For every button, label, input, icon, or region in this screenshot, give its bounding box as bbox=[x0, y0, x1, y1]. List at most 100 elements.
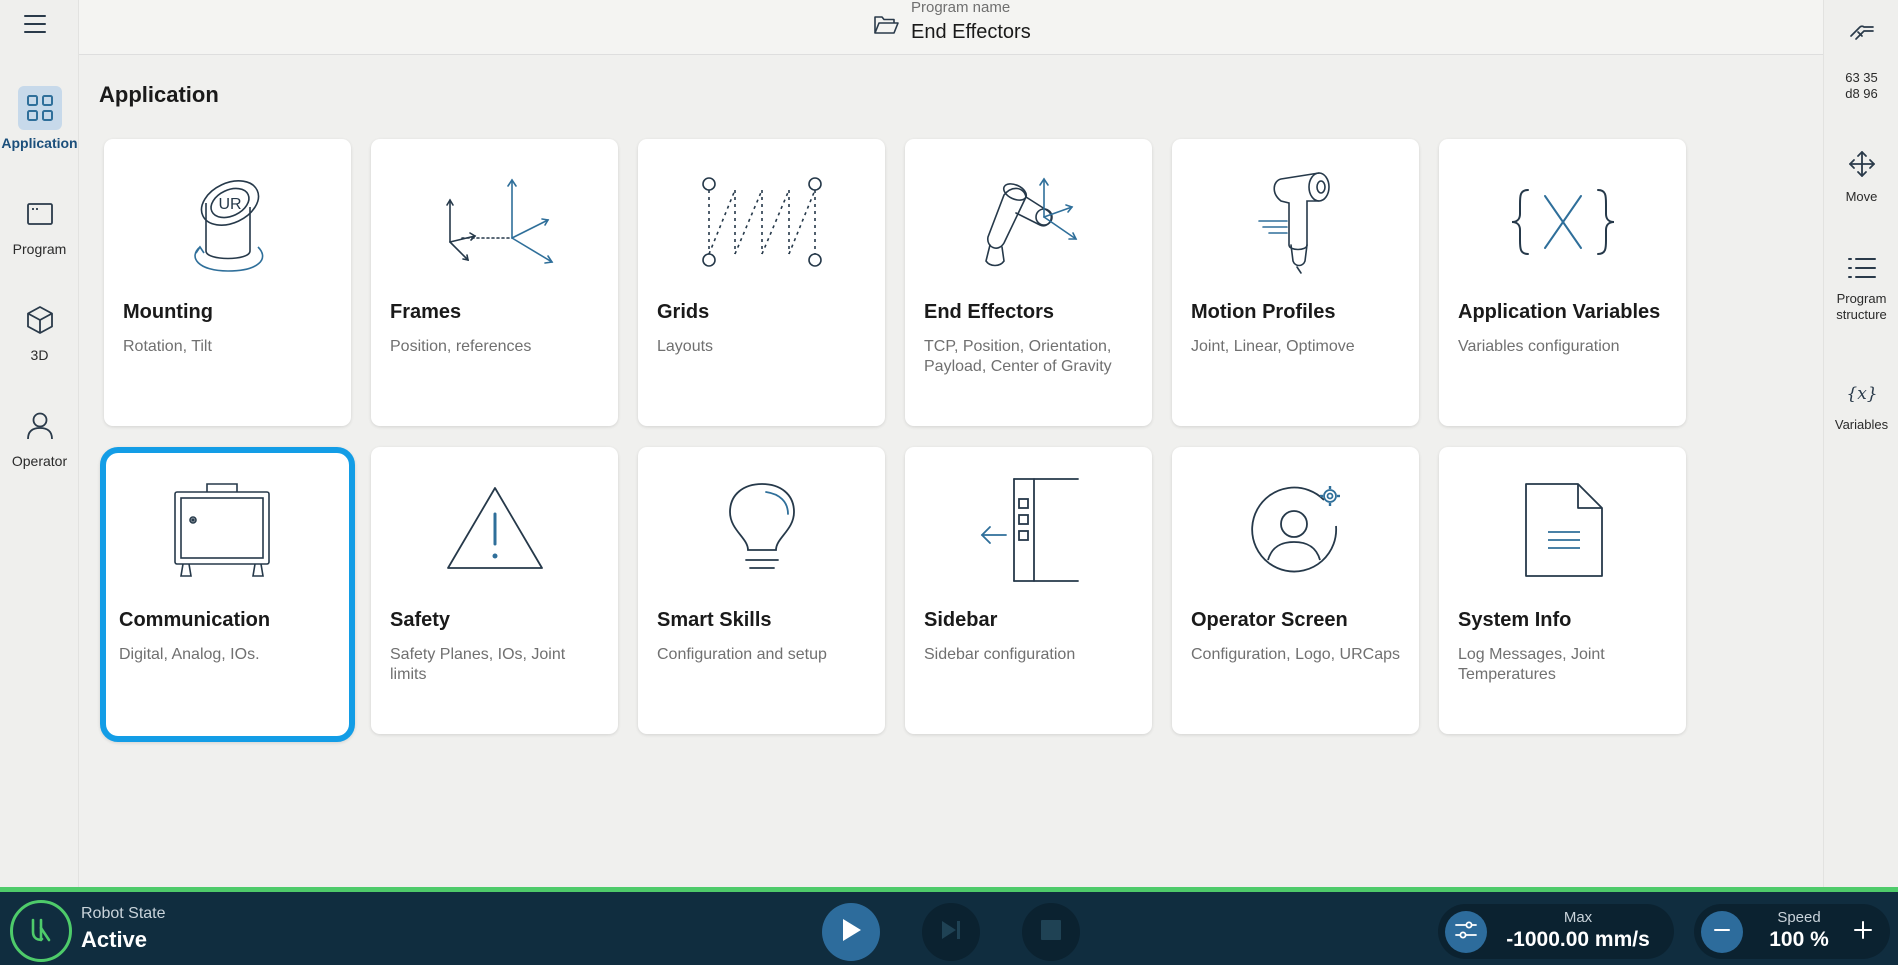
step-button[interactable] bbox=[922, 903, 980, 961]
card-title: Sidebar bbox=[924, 609, 998, 631]
control-box-icon bbox=[100, 465, 343, 595]
card-description: Digital, Analog, IOs. bbox=[119, 646, 260, 663]
nav-item-label: 3D bbox=[30, 347, 49, 363]
minus-icon bbox=[1712, 920, 1732, 945]
speed-increase-button[interactable] bbox=[1842, 911, 1884, 953]
card-system-info[interactable]: System Info Log Messages, Joint Temperat… bbox=[1439, 447, 1686, 734]
card-description: Joint, Linear, Optimove bbox=[1191, 338, 1355, 355]
max-value: -1000.00 mm/s bbox=[1506, 928, 1650, 951]
variables-button[interactable]: {x} Variables bbox=[1824, 382, 1898, 433]
card-title: Operator Screen bbox=[1191, 609, 1348, 631]
light-bulb-icon bbox=[638, 465, 885, 595]
card-title: Mounting bbox=[123, 301, 213, 323]
ip-address: 63 35 d8 96 bbox=[1824, 70, 1898, 102]
document-icon bbox=[1439, 465, 1686, 595]
speed-settings-button[interactable] bbox=[1445, 911, 1487, 953]
card-title: End Effectors bbox=[924, 301, 1055, 323]
folder-open-icon bbox=[873, 14, 901, 42]
program-name-selector[interactable]: Program name End Effectors bbox=[873, 0, 1031, 45]
play-icon bbox=[839, 917, 863, 948]
nav-item-program[interactable]: Program bbox=[0, 192, 79, 257]
card-description: Log Messages, Joint Temperatures bbox=[1458, 646, 1605, 683]
card-smart-skills[interactable]: Smart Skills Configuration and setup bbox=[638, 447, 885, 734]
nav-item-application[interactable]: Application bbox=[0, 86, 79, 151]
speed-decrease-button[interactable] bbox=[1701, 911, 1743, 953]
card-description: Position, references bbox=[390, 338, 532, 355]
svg-text:{x}: {x} bbox=[1847, 384, 1877, 404]
warning-triangle-icon bbox=[371, 465, 618, 595]
move-button[interactable]: Move bbox=[1824, 150, 1898, 205]
card-description: Sidebar configuration bbox=[924, 646, 1076, 663]
max-speed-control: Max -1000.00 mm/s bbox=[1438, 904, 1674, 959]
card-description: Configuration, Logo, URCaps bbox=[1191, 646, 1401, 663]
card-sidebar[interactable]: Sidebar Sidebar configuration bbox=[905, 447, 1152, 734]
operator-gear-icon bbox=[1172, 465, 1419, 595]
card-mounting[interactable]: UR Mounting Rotation, Tilt bbox=[104, 139, 351, 426]
nav-item-3d[interactable]: 3D bbox=[0, 298, 79, 363]
card-title: Communication bbox=[119, 609, 271, 631]
hamburger-menu-icon[interactable] bbox=[20, 12, 50, 36]
card-end-effectors[interactable]: End Effectors TCP, Position, Orientation… bbox=[905, 139, 1152, 426]
speed-label: Speed bbox=[1777, 909, 1821, 926]
right-bar: 63 35 d8 96 Move Program structure {x} V… bbox=[1823, 0, 1898, 887]
variables-label: Variables bbox=[1834, 417, 1889, 432]
program-structure-button[interactable]: Program structure bbox=[1824, 256, 1898, 323]
robot-state-label: Robot State bbox=[81, 905, 166, 922]
card-motion-profiles[interactable]: Motion Profiles Joint, Linear, Optimove bbox=[1172, 139, 1419, 426]
program-name: End Effectors bbox=[911, 21, 1031, 43]
hand-pointer-icon bbox=[1848, 20, 1876, 51]
card-grids[interactable]: Grids Layouts bbox=[638, 139, 885, 426]
card-safety[interactable]: Safety Safety Planes, IOs, Joint limits bbox=[371, 447, 618, 734]
card-application-variables[interactable]: Application Variables Variables configur… bbox=[1439, 139, 1686, 426]
card-title: System Info bbox=[1458, 609, 1572, 631]
connection-button[interactable] bbox=[1824, 20, 1898, 51]
page-title: Application bbox=[99, 82, 219, 107]
list-icon bbox=[1847, 256, 1877, 285]
grid-pattern-icon bbox=[638, 157, 885, 287]
program-icon bbox=[18, 192, 62, 236]
stop-icon bbox=[1040, 919, 1062, 946]
move-label: Move bbox=[1845, 189, 1878, 204]
person-icon bbox=[18, 404, 62, 448]
card-communication[interactable]: Communication Digital, Analog, IOs. bbox=[100, 447, 355, 742]
variable-braces-icon bbox=[1439, 157, 1686, 287]
card-description: TCP, Position, Orientation, Payload, Cen… bbox=[924, 338, 1112, 375]
card-title: Smart Skills bbox=[657, 609, 772, 631]
plus-icon bbox=[1852, 919, 1874, 946]
card-frames[interactable]: Frames Position, references bbox=[371, 139, 618, 426]
card-title: Motion Profiles bbox=[1191, 301, 1336, 323]
variables-icon: {x} bbox=[1846, 382, 1877, 411]
play-button[interactable] bbox=[822, 903, 880, 961]
card-description: Safety Planes, IOs, Joint limits bbox=[390, 646, 566, 683]
speed-value: 100 % bbox=[1769, 928, 1829, 951]
card-title: Frames bbox=[390, 301, 462, 323]
robot-state-value: Active bbox=[81, 927, 148, 952]
card-title: Application Variables bbox=[1458, 301, 1661, 323]
nav-item-label: Program bbox=[12, 241, 67, 257]
sidebar-panel-icon bbox=[905, 465, 1152, 595]
robot-tool-icon bbox=[905, 157, 1152, 287]
grid-icon bbox=[17, 86, 62, 130]
ur-logo-icon[interactable] bbox=[10, 900, 72, 962]
nav-item-operator[interactable]: Operator bbox=[0, 404, 79, 469]
svg-text:UR: UR bbox=[218, 196, 241, 213]
mounting-icon: UR bbox=[104, 157, 351, 287]
nav-item-label: Operator bbox=[11, 453, 68, 469]
card-operator-screen[interactable]: Operator Screen Configuration, Logo, URC… bbox=[1172, 447, 1419, 734]
nav-item-label: Application bbox=[1, 135, 78, 151]
cube-icon bbox=[18, 298, 62, 342]
left-navigation: Application Program 3D Operator bbox=[0, 0, 79, 887]
stop-button[interactable] bbox=[1022, 903, 1080, 961]
card-description: Rotation, Tilt bbox=[123, 338, 212, 355]
ip-line-1: 63 35 bbox=[1845, 70, 1878, 85]
card-description: Configuration and setup bbox=[657, 646, 827, 663]
main-content: Application UR Mounting Rotation, Tilt F… bbox=[79, 55, 1823, 887]
frames-icon bbox=[371, 157, 618, 287]
ip-line-2: d8 96 bbox=[1845, 86, 1878, 101]
bottom-bar: Robot State Active Max -1000.00 mm/s Spe… bbox=[0, 887, 1898, 965]
step-forward-icon bbox=[939, 918, 963, 947]
motion-tool-icon bbox=[1172, 157, 1419, 287]
speed-control: Speed 100 % bbox=[1694, 904, 1890, 959]
card-title: Grids bbox=[657, 301, 710, 323]
card-title: Safety bbox=[390, 609, 451, 631]
